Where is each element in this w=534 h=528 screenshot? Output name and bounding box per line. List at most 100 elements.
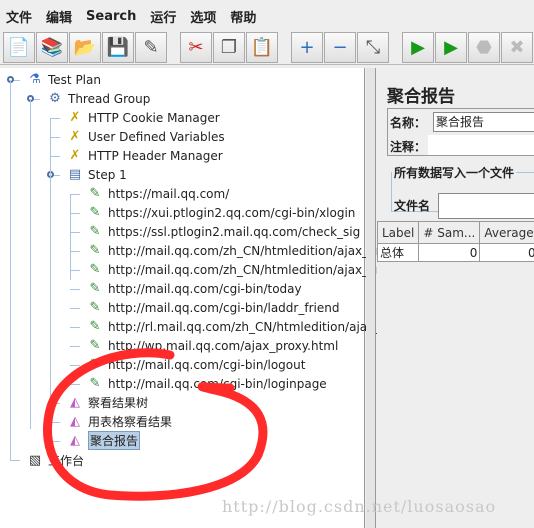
sampler-icon: ✎ [89,300,101,315]
tree-node-label: 聚合报告 [88,431,141,450]
tree-node[interactable]: ✗ User Defined Variables [66,127,225,146]
sampler-icon: ✎ [89,319,101,334]
tree-connector [10,460,20,461]
tree-node[interactable]: ✎ http://mail.qq.com/cgi-bin/logout [86,355,306,374]
sampler-icon: ✎ [89,205,101,220]
controller-icon: ▤ [68,167,82,182]
tree-connector [50,137,60,138]
column-header[interactable]: # Sam... [418,221,481,244]
sampler-icon: ✎ [89,186,101,201]
tree-node[interactable]: ✎ http://wp.mail.qq.com/ajax_proxy.html [86,336,339,355]
save-as-button[interactable]: ✎ [135,32,167,63]
shutdown-icon: ✖ [509,37,525,58]
menu-2[interactable]: Search [86,9,136,24]
tree-connector [50,118,60,119]
toggle-button[interactable]: ⤡ [357,32,389,63]
tree-node-label: http://mail.qq.com/zh_CN/htmledition/aja… [108,243,402,258]
new-icon: 📄 [7,37,31,58]
tree-connector [50,441,60,442]
collapse-icon: − [332,37,348,58]
collapse-button[interactable]: − [324,32,356,63]
tree-node[interactable]: ✎ http://mail.qq.com/zh_CN/htmledition/aj… [86,241,402,260]
tree-node[interactable]: ✎ http://mail.qq.com/cgi-bin/today [86,279,302,298]
save-button[interactable]: 💾 [102,32,134,63]
test-plan-tree[interactable]: ⚗ Test Plan ⚙ Thread Group ✗ HTTP Cookie Mana… [0,68,414,528]
shutdown-button[interactable]: ✖ [501,32,533,63]
save-as-icon: ✎ [143,37,159,58]
new-button[interactable]: 📄 [3,32,35,63]
tree-node[interactable]: ✎ https://xui.ptlogin2.qq.com/cgi-bin/xlo… [86,203,356,222]
tree-connector [70,346,80,347]
tree-node-label: http://mail.qq.com/cgi-bin/today [108,281,302,296]
sampler-icon: ✎ [89,376,101,391]
paste-button[interactable]: 📋 [246,32,278,63]
tree-node[interactable]: ⚗ Test Plan [26,70,101,89]
column-header[interactable]: Label [376,221,420,244]
paste-icon: 📋 [250,37,274,58]
tree-node-label: User Defined Variables [88,129,225,144]
split-pane-divider[interactable] [366,68,376,528]
wrench-icon: ✗ [69,110,81,125]
name-comment-box: 名称： 聚合报告 注释： [387,108,534,156]
wrench-icon: ✗ [69,148,81,163]
tree-connector [70,194,80,195]
tree-node[interactable]: ◭ 聚合报告 [66,431,141,450]
filename-input[interactable] [438,193,534,219]
tree-line [30,99,31,429]
report-table: Label # Sam... Average 总体 0 0 [376,221,534,262]
tree-node-label: 工作台 [48,454,85,468]
menu-3[interactable]: 运行 [150,7,176,26]
wrench-icon: ✗ [69,129,81,144]
menu-bar: 文件 编辑 Search 运行 选项 帮助 [0,0,534,32]
start-no-pause-button[interactable]: ▶ [435,32,467,63]
start-no-pause-icon: ▶ [444,37,458,58]
tree-node[interactable]: ▤ Step 1 [66,165,127,184]
cut-button[interactable]: ✂ [180,32,212,63]
tree-node[interactable]: ✎ http://mail.qq.com/zh_CN/htmledition/aj… [86,260,402,279]
table-row[interactable]: 总体 0 0 [376,243,534,262]
toggle-icon: ⤡ [365,37,381,58]
comment-input[interactable] [428,135,534,155]
tree-node[interactable]: ✗ HTTP Header Manager [66,146,223,165]
menu-1[interactable]: 编辑 [46,7,72,26]
tree-node[interactable]: ◭ 察看结果树 [66,393,148,412]
open-button[interactable]: 📂 [69,32,101,63]
comment-label: 注释： [390,140,427,154]
tree-node-label: https://xui.ptlogin2.qq.com/cgi-bin/xlog… [108,205,356,220]
tree-node[interactable]: ✎ https://ssl.ptlogin2.mail.qq.com/check_… [86,222,361,241]
tree-node-label: http://mail.qq.com/zh_CN/htmledition/aja… [108,262,402,277]
watermark: http://blog.csdn.net/luosaosao [222,497,497,516]
copy-button[interactable]: ❐ [213,32,245,63]
aggregate-report-panel: 聚合报告 名称： 聚合报告 注释： 所有数据写入一个文件 文件名 Label # … [376,68,534,528]
tree-node-label: Test Plan [48,72,101,87]
tree-node[interactable]: ▧ 工作台 [26,451,84,470]
name-input[interactable]: 聚合报告 [433,112,534,132]
start-button[interactable]: ▶ [402,32,434,63]
tree-node[interactable]: ✎ http://mail.qq.com/cgi-bin/loginpage [86,374,327,393]
menu-5[interactable]: 帮助 [230,7,256,26]
tree-node[interactable]: ◭ 用表格察看结果 [66,412,172,431]
tree-node[interactable]: ✎ https://mail.qq.com/ [86,184,230,203]
start-icon: ▶ [411,37,425,58]
tree-node[interactable]: ⚙ Thread Group [46,89,150,108]
sampler-icon: ✎ [89,357,101,372]
menu-0[interactable]: 文件 [6,7,32,26]
tree-node[interactable]: ✎ http://mail.qq.com/cgi-bin/laddr_friend [86,298,340,317]
tree-node-label: 察看结果树 [88,396,149,410]
copy-icon: ❐ [220,37,238,58]
tree-node-label: HTTP Cookie Manager [88,110,220,125]
tree-node[interactable]: ✎ http://rl.mail.qq.com/zh_CN/htmledition… [86,317,414,336]
menu-4[interactable]: 选项 [190,7,216,26]
column-header[interactable]: Average [479,221,534,244]
tree-connector [50,156,60,157]
file-group-legend: 所有数据写入一个文件 [394,166,515,180]
stop-button[interactable]: ⬣ [468,32,500,63]
flask-icon: ⚗ [29,72,41,87]
tree-connector [70,384,80,385]
tree-node-label: Step 1 [88,167,127,182]
tree-node[interactable]: ✗ HTTP Cookie Manager [66,108,220,127]
table-cell: 总体 [376,243,420,262]
tree-line [50,118,51,411]
expand-button[interactable]: + [291,32,323,63]
templates-button[interactable]: 📚 [36,32,68,63]
